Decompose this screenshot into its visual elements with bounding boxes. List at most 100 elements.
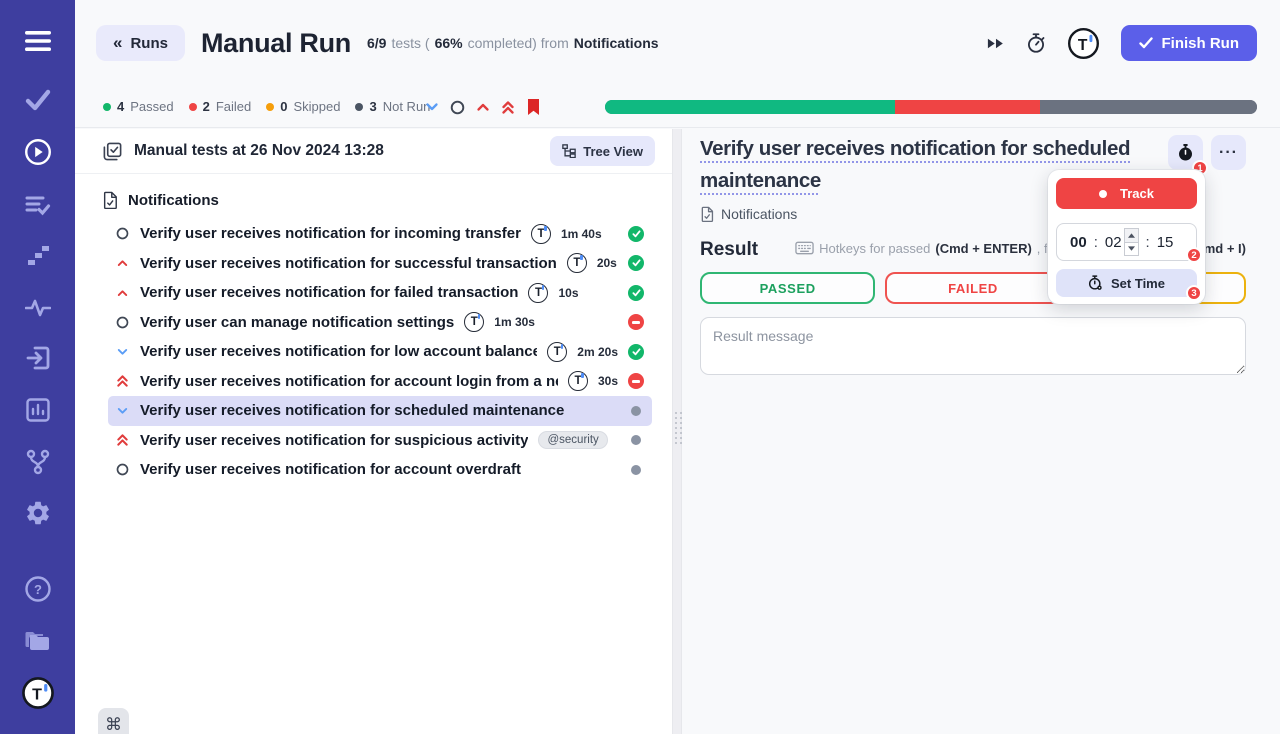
tests-check-icon[interactable] — [24, 86, 52, 114]
priority-normal-icon — [115, 227, 130, 240]
fast-forward-icon[interactable] — [986, 37, 1005, 50]
pulse-icon[interactable] — [24, 294, 52, 322]
stepper-down-icon[interactable] — [1123, 242, 1139, 256]
folder-label: Notifications — [128, 191, 219, 209]
sidebar: ? T — [0, 0, 75, 734]
settings-gear-icon[interactable] — [24, 499, 52, 527]
status-notrun-icon — [631, 435, 644, 446]
status-passed: 4 Passed — [103, 99, 174, 114]
stepper-up-icon[interactable] — [1123, 228, 1139, 243]
test-row-selected[interactable]: Verify user receives notification for sc… — [108, 396, 652, 426]
test-row[interactable]: Verify user can manage notification sett… — [108, 308, 652, 338]
timer-popup: Track 00 : 02 : 15 Set Time 2 3 — [1048, 170, 1205, 304]
test-row[interactable]: Verify user receives notification for su… — [108, 426, 652, 456]
progress-failed-segment — [895, 100, 1040, 114]
priority-high-icon — [115, 288, 130, 298]
set-time-label: Set Time — [1111, 275, 1165, 291]
seconds-field[interactable]: 15 — [1157, 234, 1174, 251]
test-row[interactable]: Verify user receives notification for ac… — [108, 455, 652, 485]
test-plans-icon[interactable] — [24, 191, 52, 219]
status-summary: 4 Passed 2 Failed 0 Skipped 3 Not Run — [103, 99, 430, 114]
test-row[interactable]: Verify user receives notification for in… — [108, 219, 652, 249]
minutes-field[interactable]: 02 — [1105, 234, 1122, 251]
priority-high-filter-icon[interactable] — [476, 101, 490, 113]
failed-button[interactable]: FAILED — [885, 272, 1061, 304]
finish-run-button[interactable]: Finish Run — [1120, 25, 1257, 61]
priority-critical-icon — [115, 433, 130, 447]
priority-normal-icon — [115, 463, 130, 476]
test-duration: 30s — [597, 374, 618, 389]
passed-dot — [103, 102, 111, 111]
testomat-header-logo[interactable]: T — [1067, 27, 1100, 60]
test-duration: 1m 30s — [494, 315, 535, 330]
priority-normal-filter-icon[interactable] — [450, 100, 465, 115]
priority-critical-filter-icon[interactable] — [501, 100, 515, 115]
svg-text:T: T — [1077, 36, 1087, 53]
document-icon — [103, 191, 117, 209]
test-row[interactable]: Verify user receives notification for lo… — [108, 337, 652, 367]
test-row[interactable]: Verify user receives notification for fa… — [108, 278, 652, 308]
folder-notifications[interactable]: Notifications — [75, 187, 672, 213]
skipped-dot — [266, 102, 275, 111]
help-icon[interactable]: ? — [24, 575, 52, 603]
priority-critical-icon — [115, 374, 130, 388]
projects-folder-icon[interactable] — [24, 627, 52, 655]
run-progress-bar — [605, 100, 1257, 114]
timer-button[interactable]: 1 — [1168, 135, 1208, 176]
branches-icon[interactable] — [24, 448, 52, 476]
runs-play-icon[interactable] — [24, 138, 52, 166]
priority-normal-icon — [115, 316, 130, 329]
test-list-panel: Manual tests at 26 Nov 2024 13:28 Tree V… — [75, 129, 672, 734]
passed-button[interactable]: PASSED — [700, 272, 876, 304]
result-message-input[interactable] — [700, 317, 1246, 375]
test-duration: 2m 20s — [577, 344, 618, 359]
stopwatch-filled-icon — [1179, 144, 1192, 161]
minutes-stepper — [1123, 228, 1139, 256]
more-options-button[interactable]: ··· — [1211, 135, 1246, 170]
analytics-icon[interactable] — [24, 396, 52, 424]
progress-notrun-segment — [1039, 100, 1257, 114]
test-row[interactable]: Verify user receives notification for ac… — [108, 367, 652, 397]
tests-count: 6/9 — [366, 35, 387, 51]
testomat-logo[interactable]: T — [21, 676, 55, 710]
settime-step-badge: 3 — [1186, 285, 1202, 301]
testomat-badge-icon: T — [530, 223, 551, 244]
testomat-badge-icon: T — [547, 341, 568, 362]
set-time-button[interactable]: Set Time — [1056, 269, 1197, 297]
time-input[interactable]: 00 : 02 : 15 — [1056, 223, 1197, 261]
testomat-badge-icon: T — [464, 312, 485, 333]
tree-view-button[interactable]: Tree View — [550, 136, 655, 166]
test-duration: 1m 40s — [560, 226, 602, 241]
status-passed-icon — [628, 255, 644, 272]
test-detail-panel: Verify user receives notification for sc… — [682, 129, 1280, 734]
status-notrun: 3 Not Run — [355, 99, 430, 114]
stopwatch-icon[interactable] — [1026, 32, 1046, 54]
command-shortcut-button[interactable]: ⌘ — [98, 708, 129, 734]
chevrons-left-icon: « — [113, 33, 123, 52]
bookmark-filter-icon[interactable] — [526, 98, 541, 116]
panel-splitter[interactable] — [672, 129, 682, 734]
test-duration: 10s — [558, 285, 579, 300]
testomat-badge-icon: T — [567, 371, 588, 392]
test-duration: 20s — [596, 256, 617, 271]
test-list: Verify user receives notification for in… — [108, 219, 652, 485]
status-notrun-icon — [631, 405, 644, 416]
stopwatch-gear-icon — [1088, 275, 1102, 290]
test-row[interactable]: Verify user receives notification for su… — [108, 249, 652, 279]
back-to-runs-label: Runs — [130, 34, 168, 52]
breadcrumb-label: Notifications — [721, 206, 798, 222]
top-header: « Runs Manual Run 6/9 tests ( 66% comple… — [75, 0, 1280, 128]
header-title-row: « Runs Manual Run 6/9 tests ( 66% comple… — [96, 25, 659, 61]
status-failed-icon — [628, 314, 644, 331]
track-button[interactable]: Track — [1056, 178, 1197, 209]
priority-low-filter-icon[interactable] — [425, 101, 439, 113]
back-to-runs-button[interactable]: « Runs — [96, 25, 185, 61]
progress-passed-segment — [605, 100, 896, 114]
run-progress-subtitle: 6/9 tests ( 66% completed) from Notifica… — [366, 35, 659, 51]
svg-text:?: ? — [34, 582, 42, 597]
import-icon[interactable] — [24, 344, 52, 372]
steps-icon[interactable] — [24, 242, 52, 270]
hours-field[interactable]: 00 — [1070, 234, 1087, 251]
breadcrumb[interactable]: Notifications — [700, 206, 797, 222]
menu-icon[interactable] — [24, 27, 52, 55]
